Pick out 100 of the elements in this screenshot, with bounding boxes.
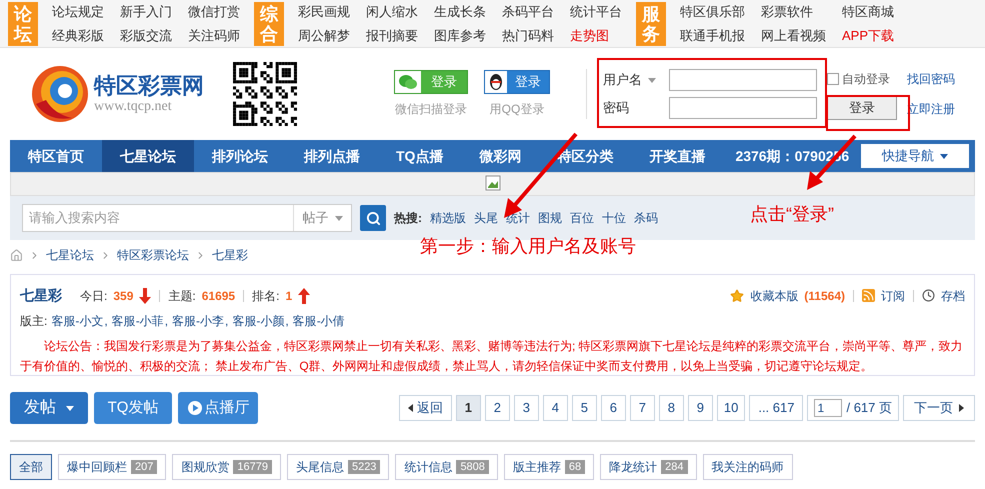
nav-tab[interactable]: 微彩网	[461, 140, 540, 172]
top-nav-link[interactable]: 统计平台	[570, 2, 622, 22]
filter-tab[interactable]: 我关注的码师	[702, 454, 793, 480]
username-field[interactable]	[669, 69, 817, 91]
page-button[interactable]: 3	[514, 395, 539, 421]
tq-post-button[interactable]: TQ发帖	[94, 392, 172, 424]
page-button[interactable]: 2	[484, 395, 510, 421]
moderator-link[interactable]: 客服-小菲	[112, 312, 164, 330]
top-nav-link[interactable]: 图库参考	[434, 26, 486, 45]
nav-tab[interactable]: 特区首页	[10, 140, 102, 172]
page-button[interactable]: 6	[600, 395, 626, 421]
favorite-link[interactable]: 收藏本版	[750, 286, 798, 304]
top-nav-link[interactable]: 关注码师	[188, 26, 240, 45]
hot-search-link[interactable]: 图规	[538, 209, 562, 227]
page-button[interactable]: 10	[716, 395, 746, 421]
top-nav-link[interactable]: 彩票软件	[761, 2, 826, 22]
top-nav-link[interactable]: 微信打赏	[188, 2, 240, 22]
subscribe-link[interactable]: 订阅	[881, 286, 905, 304]
hot-search-link[interactable]: 十位	[602, 209, 626, 227]
hot-search-link[interactable]: 百位	[570, 209, 594, 227]
hot-search-link[interactable]: 杀码	[634, 209, 658, 227]
rank-value: 1	[285, 288, 292, 304]
page-total: / 617 页	[846, 399, 892, 418]
hot-search-link[interactable]: 头尾	[474, 209, 498, 227]
filter-tab[interactable]: 头尾信息 5223	[286, 454, 390, 480]
top-nav-link[interactable]: 网上看视频	[761, 26, 826, 45]
separator-comma: ,	[285, 313, 289, 330]
top-nav-link[interactable]: 生成长条	[434, 2, 486, 22]
back-button[interactable]: 返回	[398, 395, 452, 421]
filter-tab[interactable]: 降龙统计 284	[600, 454, 697, 480]
post-button[interactable]: 发帖	[10, 392, 88, 424]
search-type-select[interactable]: 帖子	[293, 205, 351, 231]
top-nav-link[interactable]: 彩版交流	[120, 26, 172, 45]
home-icon[interactable]	[10, 248, 23, 262]
breadcrumb-link[interactable]: 特区彩票论坛	[117, 246, 189, 264]
rank-label: 排名:	[252, 288, 280, 304]
breadcrumb-link[interactable]: 七星彩	[212, 246, 248, 264]
hot-search-label: 热搜:	[394, 210, 422, 227]
filter-tab[interactable]: 版主推荐 68	[504, 454, 594, 480]
top-nav-link[interactable]: APP下载	[842, 26, 907, 45]
nav-tab[interactable]: 排列点播	[286, 140, 378, 172]
qq-login-button[interactable]: 登录	[484, 70, 550, 94]
top-nav-link[interactable]: 新手入门	[120, 2, 172, 22]
hot-search-link[interactable]: 精选版	[430, 209, 466, 227]
last-page-button[interactable]: ... 617	[749, 395, 804, 421]
broken-image-icon	[484, 175, 500, 191]
top-nav-link[interactable]: 周公解梦	[298, 26, 350, 45]
page-button[interactable]: 9	[688, 395, 713, 421]
checkbox[interactable]	[827, 73, 839, 85]
moderator-link[interactable]: 客服-小颜	[232, 312, 284, 330]
topic-label: 主题:	[168, 288, 196, 304]
search-field[interactable]: 请输入搜索内容 帖子	[22, 204, 352, 232]
page-button[interactable]: 7	[630, 395, 655, 421]
filter-tab[interactable]: 爆中回顾栏 207	[58, 454, 166, 480]
top-nav-link[interactable]: 热门码料	[502, 26, 554, 45]
breadcrumb-link[interactable]: 七星论坛	[46, 246, 94, 264]
top-nav-link[interactable]: 走势图	[570, 26, 622, 45]
logo-icon	[30, 64, 90, 124]
account-link[interactable]: 找回密码	[907, 70, 955, 88]
username-label[interactable]: 用户名	[603, 70, 642, 90]
logo-url: www.tqcp.net	[94, 99, 173, 115]
nav-tab[interactable]: TQ点播	[378, 140, 462, 172]
page-button[interactable]: 1	[456, 395, 481, 421]
filter-tab[interactable]: 图规欣赏 16779	[172, 454, 281, 480]
favorite-count: (11564)	[804, 288, 845, 304]
next-page-button[interactable]: 下一页	[903, 395, 975, 421]
nav-tab[interactable]: 排列论坛	[194, 140, 286, 172]
nav-tab[interactable]: 七星论坛	[102, 140, 194, 172]
login-button[interactable]: 登录	[827, 96, 897, 120]
top-nav-link[interactable]: 论坛规定	[52, 2, 104, 22]
separator-comma: ,	[164, 313, 168, 330]
page-button[interactable]: 5	[572, 395, 597, 421]
moderator-link[interactable]: 客服-小文	[51, 312, 104, 330]
filter-tab[interactable]: 统计信息 5808	[395, 454, 498, 480]
top-nav-link[interactable]: 闲人缩水	[366, 2, 418, 22]
topic-count: 61695	[202, 288, 236, 304]
top-nav-link[interactable]: 报刊摘要	[366, 26, 418, 45]
top-nav-link[interactable]: 特区商城	[842, 2, 907, 22]
top-nav-link[interactable]: 联通手机报	[680, 26, 745, 45]
broadcast-button[interactable]: 点播厅	[178, 392, 258, 424]
logo-title: 特区彩票网	[94, 73, 204, 99]
wechat-icon	[398, 74, 418, 90]
auto-login-label[interactable]: 自动登录	[842, 70, 890, 88]
quick-nav-button[interactable]: 快捷导航	[861, 144, 969, 168]
top-nav-link[interactable]: 经典彩版	[52, 26, 104, 45]
search-button[interactable]	[360, 205, 386, 231]
qq-caption: 用QQ登录	[490, 101, 544, 118]
page-button[interactable]: 8	[658, 395, 684, 421]
password-field[interactable]	[669, 97, 817, 119]
top-nav-link[interactable]: 杀码平台	[502, 2, 554, 22]
page-input[interactable]: 1	[814, 399, 842, 417]
filter-tab[interactable]: 全部	[10, 454, 52, 480]
top-nav-link[interactable]: 特区俱乐部	[680, 2, 745, 22]
archive-link[interactable]: 存档	[941, 286, 965, 304]
top-nav-link[interactable]: 彩民画规	[298, 2, 350, 22]
moderator-link[interactable]: 客服-小李	[172, 312, 224, 330]
password-label: 密码	[603, 99, 630, 118]
moderator-link[interactable]: 客服-小倩	[292, 312, 345, 330]
nav-tab[interactable]: 开奖直播	[631, 140, 724, 172]
page-button[interactable]: 4	[542, 395, 568, 421]
